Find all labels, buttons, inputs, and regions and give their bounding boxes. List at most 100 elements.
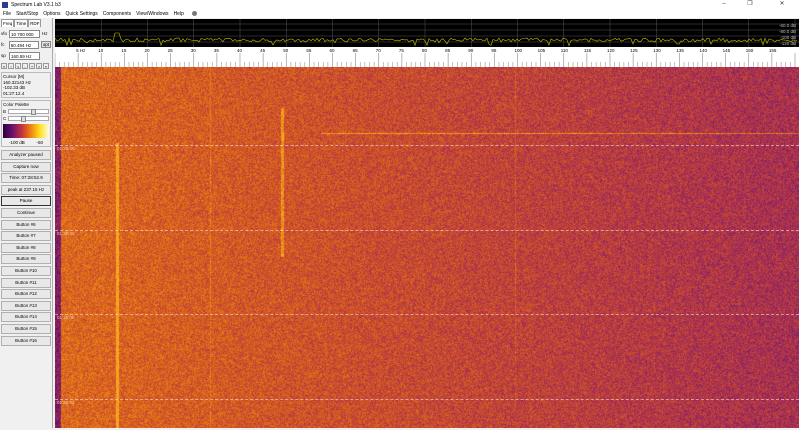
sp-input[interactable]: 160.59 Hz: [9, 51, 40, 60]
minimize-button[interactable]: –: [714, 0, 734, 9]
brightness-slider[interactable]: [8, 109, 49, 115]
time-gridline: [55, 398, 799, 400]
menu-options[interactable]: Options: [43, 11, 60, 17]
cursor-time: 01:27:12.4: [3, 90, 25, 96]
db-label: -60.0 dB: [778, 23, 796, 28]
contrast-slider[interactable]: [8, 116, 49, 122]
scale-label: 20: [145, 48, 151, 53]
button-button-13[interactable]: Button #13: [1, 300, 51, 311]
brightness-thumb[interactable]: [30, 109, 36, 115]
scale-label: 90: [468, 48, 474, 53]
button-button-10[interactable]: Button #10: [1, 265, 51, 276]
scale-label: 15: [121, 48, 127, 53]
palette-max: -50: [36, 139, 43, 145]
scale-label: 25: [168, 48, 174, 53]
db-label: -120 dB: [780, 41, 796, 46]
button-button-16[interactable]: Button #16: [1, 335, 51, 346]
vfo-input[interactable]: 10 700 000: [9, 29, 40, 38]
scale-label: 120: [607, 48, 615, 53]
control-panel: Freq Time RDF vfo 10 700 000 Hz fc 60.494 H…: [0, 18, 53, 428]
scale-label: 150: [746, 48, 754, 53]
scale-label: 105: [538, 48, 546, 53]
button-time-07-28-52-9[interactable]: Time: 07:28:52.9: [1, 173, 51, 184]
cursor-info: Cursor [M] 160.32143 Hz -102.33 dB 01:27…: [1, 72, 51, 98]
vfo-unit: Hz: [42, 31, 48, 36]
scroll-button[interactable]: >: [36, 63, 42, 69]
scale-label: 130: [653, 48, 661, 53]
scale-label: 65: [353, 48, 359, 53]
opt-button[interactable]: opt: [40, 41, 51, 48]
palette-title: Color Palette: [3, 102, 30, 107]
time-gridline: [55, 314, 799, 315]
button-pause[interactable]: Pause: [1, 196, 51, 207]
button-button-6[interactable]: Button #6: [1, 219, 51, 230]
menu-file[interactable]: File: [3, 11, 11, 17]
button-button-8[interactable]: Button #8: [1, 242, 51, 253]
palette-min: -100 dB: [9, 139, 25, 145]
menu-start-stop[interactable]: Start/Stop: [16, 11, 38, 17]
button-button-12[interactable]: Button #12: [1, 289, 51, 300]
scroll-button[interactable]: «: [1, 63, 7, 69]
tab-freq[interactable]: Freq: [1, 19, 15, 27]
menu-help[interactable]: Help: [174, 11, 184, 17]
menu-view-windows[interactable]: View/Windows: [136, 11, 168, 17]
button-button-15[interactable]: Button #15: [1, 323, 51, 334]
scale-label: 70: [376, 48, 382, 53]
time-gridline: [55, 229, 799, 231]
db-label: -80.0 dB: [778, 29, 796, 34]
scale-label: 115: [584, 48, 592, 53]
button-continue[interactable]: Continue: [1, 207, 51, 218]
menu-quick-settings[interactable]: Quick Settings: [66, 11, 98, 17]
fc-input[interactable]: 60.494 Hz: [8, 40, 39, 49]
fc-label: fc: [1, 42, 5, 47]
scale-label: 95: [491, 48, 497, 53]
menu-components[interactable]: Components: [103, 11, 131, 17]
scroll-button[interactable]: <: [15, 63, 21, 69]
scale-label: 5 Hz: [76, 48, 86, 53]
scale-label: 60: [330, 48, 336, 53]
time-label: 01:35:00: [57, 146, 75, 151]
scroll-button[interactable]: ‹: [8, 63, 14, 69]
button-button-14[interactable]: Button #14: [1, 312, 51, 323]
scale-label: 125: [630, 48, 638, 53]
button-button-9[interactable]: Button #9: [1, 254, 51, 265]
close-button[interactable]: ✕: [772, 0, 792, 9]
time-label: 01:30:00: [57, 230, 75, 236]
contrast-label: C: [3, 115, 7, 121]
brightness-label: B: [3, 108, 7, 114]
scale-label: 30: [191, 48, 197, 53]
time-gridline: [55, 145, 799, 146]
scale-label: 10: [98, 48, 104, 53]
contrast-thumb[interactable]: [21, 116, 27, 122]
scroll-button[interactable]: +: [29, 63, 35, 69]
time-label: 01:20:01: [57, 399, 75, 405]
button-peak-at-237-15-hz[interactable]: peak at 237.15 Hz: [1, 184, 51, 195]
tab-time[interactable]: Time: [14, 19, 29, 27]
vfo-label: vfo: [1, 31, 8, 36]
scroll-button[interactable]: »: [43, 63, 49, 69]
button-button-11[interactable]: Button #11: [1, 277, 51, 288]
scale-label: 80: [422, 48, 428, 53]
scale-label: 50: [283, 48, 289, 53]
button-button-7[interactable]: Button #7: [1, 231, 51, 242]
menu-bar: File Start/Stop Options Quick Settings C…: [0, 9, 799, 18]
scale-label: 140: [700, 48, 708, 53]
tab-rdf[interactable]: RDF: [28, 19, 42, 27]
scroll-button[interactable]: -: [22, 63, 28, 69]
spectrum-graph[interactable]: -60.0 dB -80.0 dB -100 dB -120 dB: [54, 19, 799, 47]
scale-label: 155: [769, 48, 777, 53]
scale-label: 45: [260, 48, 266, 53]
status-indicator-icon: [191, 11, 197, 16]
maximize-button[interactable]: ❐: [740, 0, 760, 9]
scale-label: 100: [515, 48, 523, 53]
scale-label: 55: [306, 48, 312, 53]
button-analyzer-paused[interactable]: Analyzer paused: [1, 150, 51, 160]
scale-label: 85: [445, 48, 451, 53]
window-title: Spectrum Lab V3.1 b3: [11, 1, 61, 8]
waterfall-display[interactable]: 01:35:00 01:30:00 01:25:00 01:20:01: [55, 67, 799, 428]
button-capture-now[interactable]: Capture now: [1, 161, 51, 172]
frequency-scale[interactable]: 5 Hz 10 15 20 25 30 35 40 45 50 55 60 65 70 75 80 85 90 95…: [54, 47, 799, 67]
scale-label: 40: [237, 48, 243, 53]
spectrum-trace: [54, 32, 798, 47]
scale-label: 110: [561, 48, 569, 53]
